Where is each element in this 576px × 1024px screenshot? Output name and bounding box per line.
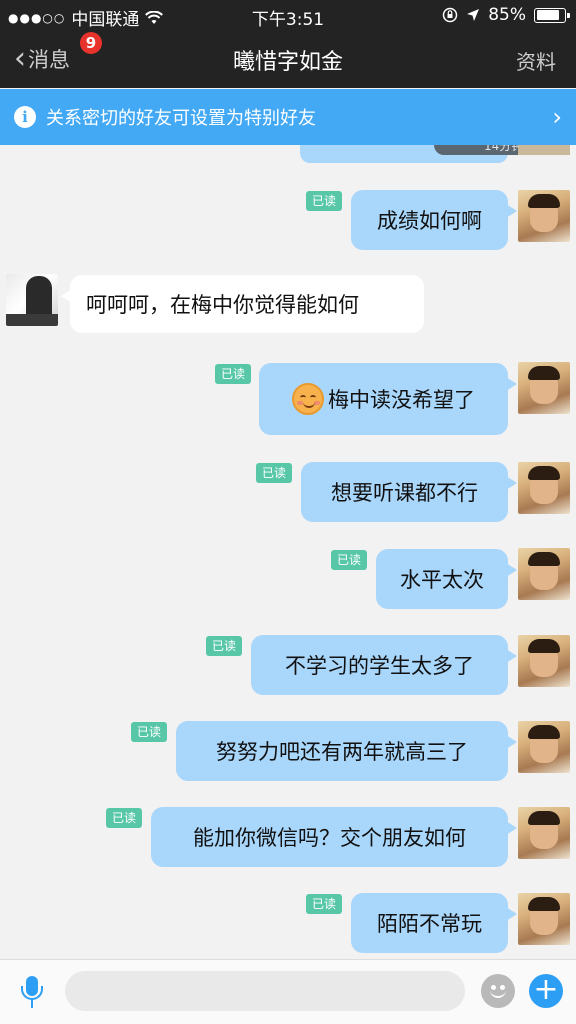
hair	[528, 639, 560, 653]
hair	[528, 194, 560, 208]
message-bubble-out[interactable]: 想要听课都不行	[301, 462, 517, 522]
status-right: 85%	[442, 5, 570, 25]
message-text: 陌陌不常玩	[377, 912, 482, 936]
blush-emoji-icon	[292, 383, 324, 415]
hair	[528, 552, 560, 566]
my-avatar[interactable]	[518, 807, 570, 859]
hair	[528, 366, 560, 380]
input-bar: +	[0, 959, 576, 1024]
microphone-icon[interactable]	[20, 976, 44, 1010]
avatar-partial	[518, 145, 570, 155]
mouth	[490, 990, 506, 998]
message-bubble-in[interactable]: 呵呵呵，在梅中你觉得能如何	[61, 275, 424, 333]
battery-fill	[536, 10, 560, 20]
hair	[528, 897, 560, 911]
chat-title: 曦惜字如金	[232, 50, 343, 75]
read-badge: 已读	[306, 191, 342, 211]
mouth	[303, 402, 315, 408]
info-icon: i	[14, 106, 36, 128]
message-text: 想要听课都不行	[331, 481, 478, 505]
message-text: 不学习的学生太多了	[285, 654, 474, 678]
hair	[528, 466, 560, 480]
message-text: 努努力吧还有两年就高三了	[216, 740, 468, 764]
special-friend-banner[interactable]: i 关系密切的好友可设置为特别好友 ›	[0, 89, 576, 145]
message-input[interactable]	[65, 971, 465, 1011]
read-badge: 已读	[256, 463, 292, 483]
my-avatar[interactable]	[518, 548, 570, 600]
message-text: 能加你微信吗？交个朋友如何	[193, 826, 466, 850]
location-icon	[467, 9, 480, 21]
read-badge: 已读	[106, 808, 142, 828]
message-bubble-out[interactable]: 不学习的学生太多了	[251, 635, 517, 695]
chat-area[interactable]: 14分钟前 已读 成绩如何啊 呵呵呵，在梅中你觉得能如何 已读 梅中读没希望了 …	[0, 145, 576, 959]
read-badge: 已读	[331, 550, 367, 570]
chevron-right-icon: ›	[552, 103, 562, 131]
contact-avatar[interactable]	[6, 274, 58, 326]
plus-button[interactable]: +	[529, 974, 563, 1008]
rotation-lock-icon	[442, 7, 458, 23]
nav-bar: ‹ 消息 9 曦惜字如金 资料	[0, 30, 576, 88]
message-bubble-out[interactable]: 努努力吧还有两年就高三了	[176, 721, 517, 781]
message-text: 呵呵呵，在梅中你觉得能如何	[86, 293, 359, 317]
banner-text: 关系密切的好友可设置为特别好友	[46, 108, 316, 129]
message-bubble-out[interactable]: 水平太次	[376, 549, 517, 609]
message-bubble-out[interactable]: 成绩如何啊	[351, 190, 517, 250]
read-badge: 已读	[131, 722, 167, 742]
status-bar: ●●●○○ 中国联通 下午3:51 85%	[0, 0, 576, 30]
battery-percent: 85%	[488, 5, 526, 25]
read-badge: 已读	[215, 364, 251, 384]
profile-button[interactable]: 资料	[516, 46, 556, 75]
message-text: 成绩如何啊	[377, 209, 482, 233]
message-bubble-out[interactable]: 梅中读没希望了	[259, 363, 517, 435]
emoji-button[interactable]	[481, 974, 515, 1008]
message-bubble-out[interactable]: 能加你微信吗？交个朋友如何	[151, 807, 517, 867]
message-text: 水平太次	[400, 568, 484, 592]
shadow	[6, 314, 58, 326]
mic-stem	[31, 1000, 33, 1008]
hair	[26, 276, 52, 318]
message-bubble-out[interactable]: 陌陌不常玩	[351, 893, 517, 953]
my-avatar[interactable]	[518, 190, 570, 242]
battery-icon	[534, 7, 570, 23]
read-badge: 已读	[306, 894, 342, 914]
my-avatar[interactable]	[518, 462, 570, 514]
hair	[528, 725, 560, 739]
read-badge: 已读	[206, 636, 242, 656]
my-avatar[interactable]	[518, 893, 570, 945]
my-avatar[interactable]	[518, 721, 570, 773]
message-text: 梅中读没希望了	[328, 388, 475, 412]
my-avatar[interactable]	[518, 362, 570, 414]
mic-arc	[21, 986, 43, 1000]
hair	[528, 811, 560, 825]
my-avatar[interactable]	[518, 635, 570, 687]
